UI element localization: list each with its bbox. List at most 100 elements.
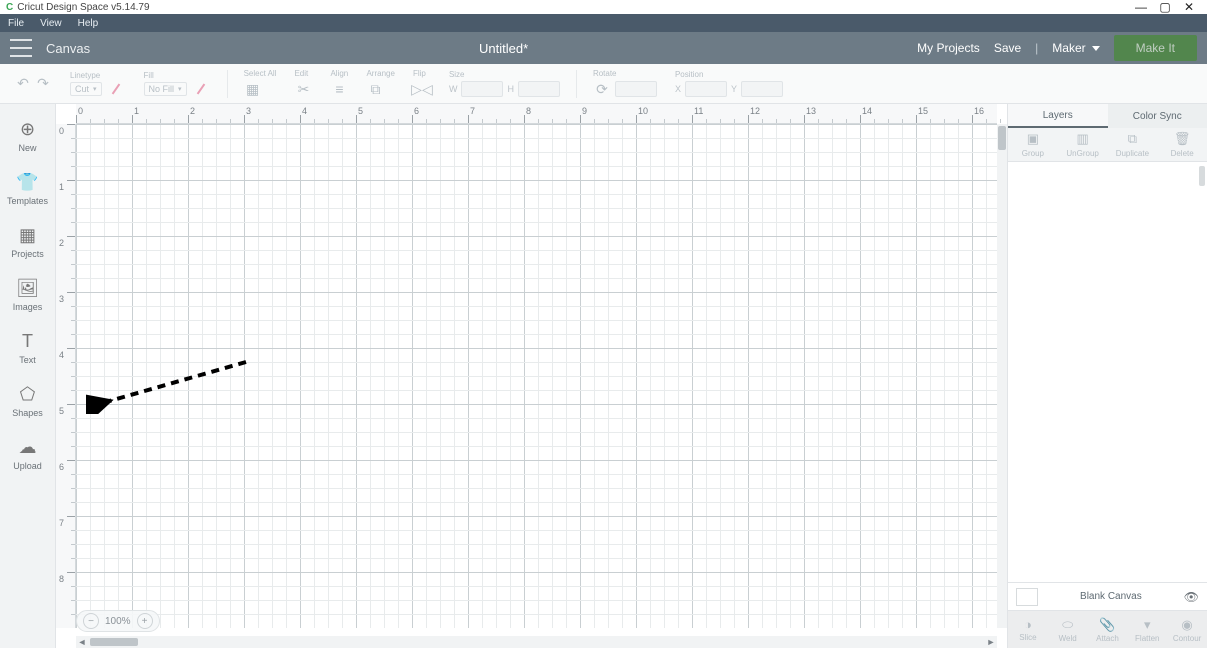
attach-button[interactable]: 📎Attach bbox=[1088, 611, 1128, 648]
size-label: Size bbox=[449, 70, 465, 79]
sidebar-label-shapes: Shapes bbox=[0, 408, 55, 418]
minimize-button[interactable]: — bbox=[1129, 0, 1153, 14]
align-icon[interactable]: ≡ bbox=[330, 80, 348, 98]
canvas-breadcrumb: Canvas bbox=[46, 41, 90, 56]
sidebar-label-projects: Projects bbox=[0, 249, 55, 259]
layers-scrollbar[interactable] bbox=[1199, 166, 1205, 186]
fill-slash-icon bbox=[196, 84, 205, 95]
tab-layers[interactable]: Layers bbox=[1008, 104, 1108, 128]
app-header: Canvas Untitled* My Projects Save | Make… bbox=[0, 32, 1207, 64]
blank-canvas-row[interactable]: Blank Canvas 👁 bbox=[1008, 582, 1207, 610]
duplicate-button[interactable]: ⧉Duplicate bbox=[1108, 128, 1158, 161]
flatten-button[interactable]: ▾Flatten bbox=[1127, 611, 1167, 648]
rotate-label: Rotate bbox=[593, 69, 617, 78]
sidebar-item-upload[interactable]: ☁ Upload bbox=[0, 428, 55, 481]
linetype-slash-icon bbox=[111, 84, 120, 95]
maximize-button[interactable]: ▢ bbox=[1153, 0, 1177, 14]
tab-color-sync[interactable]: Color Sync bbox=[1108, 104, 1207, 128]
plus-circle-icon: ⊕ bbox=[0, 118, 55, 140]
zoom-value: 100% bbox=[105, 616, 131, 627]
redo-icon[interactable]: ↷ bbox=[34, 75, 52, 93]
scrollbar-thumb[interactable] bbox=[90, 638, 138, 646]
select-all-icon[interactable]: ▦ bbox=[244, 80, 262, 98]
make-it-button[interactable]: Make It bbox=[1114, 35, 1197, 61]
scroll-left-icon[interactable]: ◄ bbox=[76, 637, 88, 647]
fill-label: Fill bbox=[144, 71, 154, 80]
ungroup-button[interactable]: ▥UnGroup bbox=[1058, 128, 1108, 161]
slice-icon: ◑ bbox=[1024, 617, 1032, 632]
upload-icon: ☁ bbox=[0, 436, 55, 458]
rotate-icon[interactable]: ⟳ bbox=[593, 80, 611, 98]
sidebar-item-new[interactable]: ⊕ New bbox=[0, 110, 55, 163]
scrollbar-thumb[interactable] bbox=[998, 126, 1006, 150]
app-title: Cricut Design Space v5.14.79 bbox=[17, 2, 149, 13]
image-icon: 🖼 bbox=[0, 277, 55, 299]
layer-actions: ▣Group ▥UnGroup ⧉Duplicate 🗑Delete bbox=[1008, 128, 1207, 162]
menu-bar: File View Help bbox=[0, 14, 1207, 32]
scroll-right-icon[interactable]: ► bbox=[985, 637, 997, 647]
align-label: Align bbox=[330, 69, 348, 78]
shapes-icon: ⬠ bbox=[0, 383, 55, 405]
undo-icon[interactable]: ↶ bbox=[14, 75, 32, 93]
left-sidebar: ⊕ New 👕 Templates ▦ Projects 🖼 Images T … bbox=[0, 104, 56, 648]
width-input[interactable] bbox=[461, 81, 503, 97]
arrange-icon[interactable]: ⧉ bbox=[366, 80, 384, 98]
text-icon: T bbox=[0, 330, 55, 352]
canvas-swatch[interactable] bbox=[1016, 588, 1038, 606]
edit-label: Edit bbox=[294, 69, 308, 78]
sidebar-label-text: Text bbox=[0, 355, 55, 365]
sidebar-item-text[interactable]: T Text bbox=[0, 322, 55, 375]
visibility-toggle-icon[interactable]: 👁 bbox=[1184, 590, 1199, 604]
zoom-out-button[interactable]: − bbox=[83, 613, 99, 629]
cricut-logo: C bbox=[6, 2, 13, 13]
select-all-label: Select All bbox=[244, 69, 277, 78]
flip-icon[interactable]: ▷◁ bbox=[413, 80, 431, 98]
zoom-control: − 100% + bbox=[76, 610, 160, 632]
edit-toolbar: ↶ ↷ Linetype Cut Fill No Fill Select All… bbox=[0, 64, 1207, 104]
close-window-button[interactable]: ✕ bbox=[1177, 0, 1201, 14]
height-input[interactable] bbox=[518, 81, 560, 97]
sidebar-label-images: Images bbox=[0, 302, 55, 312]
contour-icon: ◉ bbox=[1181, 617, 1192, 633]
menu-view[interactable]: View bbox=[32, 18, 70, 29]
save-link[interactable]: Save bbox=[994, 41, 1021, 55]
y-label: Y bbox=[731, 84, 737, 94]
group-button[interactable]: ▣Group bbox=[1008, 128, 1058, 161]
linetype-label: Linetype bbox=[70, 71, 100, 80]
canvas-area[interactable]: 012345678910111213141516 012345678 ◄ ► −… bbox=[56, 104, 1007, 648]
sidebar-item-images[interactable]: 🖼 Images bbox=[0, 269, 55, 322]
attach-icon: 📎 bbox=[1099, 617, 1115, 633]
vertical-scrollbar[interactable] bbox=[997, 124, 1007, 628]
layers-list bbox=[1008, 162, 1207, 582]
menu-help[interactable]: Help bbox=[70, 18, 107, 29]
sidebar-item-templates[interactable]: 👕 Templates bbox=[0, 163, 55, 216]
menu-file[interactable]: File bbox=[0, 18, 32, 29]
horizontal-ruler: 012345678910111213141516 bbox=[76, 104, 997, 124]
ungroup-icon: ▥ bbox=[1076, 131, 1088, 147]
x-input[interactable] bbox=[685, 81, 727, 97]
y-input[interactable] bbox=[741, 81, 783, 97]
horizontal-scrollbar[interactable]: ◄ ► bbox=[76, 636, 997, 648]
x-label: X bbox=[675, 84, 681, 94]
w-label: W bbox=[449, 84, 458, 94]
slice-button[interactable]: ◑Slice bbox=[1008, 611, 1048, 648]
delete-button[interactable]: 🗑Delete bbox=[1157, 128, 1207, 161]
canvas-grid[interactable] bbox=[76, 124, 997, 628]
right-tabs: Layers Color Sync bbox=[1008, 104, 1207, 128]
zoom-in-button[interactable]: + bbox=[137, 613, 153, 629]
my-projects-link[interactable]: My Projects bbox=[917, 41, 980, 55]
sidebar-item-projects[interactable]: ▦ Projects bbox=[0, 216, 55, 269]
right-panel: Layers Color Sync ▣Group ▥UnGroup ⧉Dupli… bbox=[1007, 104, 1207, 648]
fill-select[interactable]: No Fill bbox=[144, 82, 187, 96]
sidebar-item-shapes[interactable]: ⬠ Shapes bbox=[0, 375, 55, 428]
edit-icon[interactable]: ✂ bbox=[294, 80, 312, 98]
weld-button[interactable]: ⬭Weld bbox=[1048, 611, 1088, 648]
machine-dropdown[interactable]: Maker bbox=[1052, 41, 1099, 55]
contour-button[interactable]: ◉Contour bbox=[1167, 611, 1207, 648]
trash-icon: 🗑 bbox=[1174, 131, 1191, 147]
hamburger-menu-icon[interactable] bbox=[10, 39, 32, 57]
document-title: Untitled* bbox=[90, 41, 917, 56]
rotate-input[interactable] bbox=[615, 81, 657, 97]
linetype-select[interactable]: Cut bbox=[70, 82, 102, 96]
sidebar-label-new: New bbox=[0, 143, 55, 153]
